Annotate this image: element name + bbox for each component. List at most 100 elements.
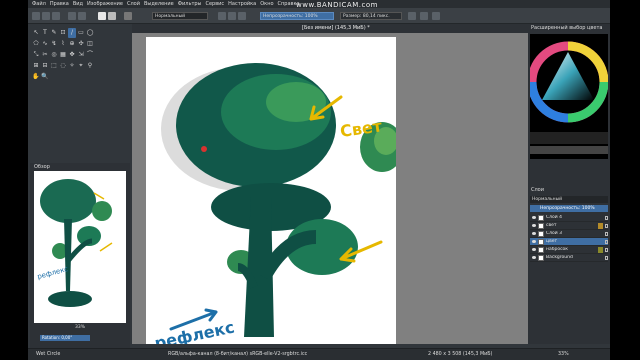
blend-mode-select[interactable]: Нормальный [152,12,208,20]
layer-row[interactable]: Слой 3 [530,230,608,238]
preserve-alpha-icon[interactable] [228,12,236,20]
lock-icon[interactable] [605,239,608,244]
tool-lasso-select[interactable]: ◌ [59,61,67,71]
menu-filters[interactable]: Фильтры [178,1,202,7]
tool-contiguous-select[interactable]: ✧ [68,61,76,71]
layer-opacity-slider[interactable]: Непрозрачность: 100% [530,205,608,212]
drawing-canvas[interactable]: Свет рефлекс [146,37,396,344]
layer-thumbnail [538,214,544,221]
layer-name: Слой 3 [546,231,562,236]
overview-rotation-slider[interactable]: Rotation: 0,00° [40,335,90,341]
menu-settings[interactable]: Настройка [228,1,256,7]
visibility-eye-icon[interactable] [532,216,536,219]
tool-dynamic-brush[interactable]: ↯ [50,39,58,49]
brush-preset-icon[interactable] [124,12,132,20]
tool-freehand-path[interactable]: ∿ [41,39,49,49]
layer-row[interactable]: Background [530,254,608,262]
tool-pattern[interactable]: ▦ [59,50,67,60]
color-wheel-icon [527,41,609,154]
visibility-eye-icon[interactable] [532,256,536,259]
lock-icon[interactable] [605,231,608,236]
tool-select[interactable]: ↖ [32,28,40,38]
menu-select[interactable]: Выделение [144,1,174,7]
menu-layer[interactable]: Слой [127,1,140,7]
advanced-color-selector[interactable] [527,34,609,159]
wrap-around-icon[interactable] [432,12,440,20]
tool-rect-select[interactable]: ⊞ [32,61,40,71]
tool-crop[interactable]: ◫ [86,39,94,49]
menu-file[interactable]: Файл [32,1,46,7]
tool-measure[interactable]: ⌒ [86,50,94,60]
tool-gradient[interactable]: ⤡ [32,50,40,60]
visibility-eye-icon[interactable] [532,248,536,251]
menu-edit[interactable]: Правка [50,1,69,7]
tool-text[interactable]: T [41,28,49,38]
save-document-icon[interactable] [52,12,60,20]
tool-ellipse-select[interactable]: ⊟ [41,61,49,71]
layer-blend-mode-select[interactable]: Нормальный [530,196,608,203]
document-tab[interactable]: [Без имени] (145,3 МиБ) * [132,24,528,33]
layer-thumbnail [538,254,544,261]
layer-thumbnail [538,246,544,253]
tool-poly-select[interactable]: ⬚ [50,61,58,71]
opacity-slider[interactable]: Непрозрачность: 100% [260,12,334,20]
status-color-info: RGB/альфа-канал (8-бит/канал) sRGB-elle-… [168,352,308,357]
layer-name: Слой 4 [546,215,562,220]
layer-list: Слой 4 свет Слой 3 цвет набросок Backgro… [530,214,608,262]
tool-pan[interactable]: ✋ [32,72,40,82]
tool-polygon[interactable]: ⬠ [32,39,40,49]
tool-transform[interactable]: ⊕ [68,39,76,49]
krita-window: Файл Правка Вид Изображение Слой Выделен… [28,0,610,360]
layer-row[interactable]: Слой 4 [530,214,608,222]
visibility-eye-icon[interactable] [532,240,536,243]
tool-freehand-brush[interactable]: / [68,28,76,38]
tool-assistant[interactable]: ⇲ [77,50,85,60]
mirror-horizontal-icon[interactable] [408,12,416,20]
pattern-icon[interactable] [108,12,116,20]
mirror-vertical-icon[interactable] [420,12,428,20]
undo-icon[interactable] [68,12,76,20]
layer-row-selected[interactable]: цвет [530,238,608,246]
tree-illustration: Свет рефлекс [153,63,396,344]
new-document-icon[interactable] [32,12,40,20]
menu-view[interactable]: Вид [73,1,83,7]
canvas-area: [Без имени] (145,3 МиБ) * Свет рефлекс [132,24,528,344]
reload-preset-icon[interactable] [238,12,246,20]
redo-icon[interactable] [78,12,86,20]
layer-row[interactable]: свет [530,222,608,230]
layer-thumbnail [538,238,544,245]
menu-window[interactable]: Окно [260,1,273,7]
overview-thumbnail[interactable]: рефлекс [34,171,126,323]
visibility-eye-icon[interactable] [532,232,536,235]
menu-tools[interactable]: Сервис [205,1,224,7]
lock-icon[interactable] [605,255,608,260]
tool-multibrush[interactable]: ⌇ [59,39,67,49]
gradient-icon[interactable] [98,12,106,20]
layer-thumbnail [538,222,544,229]
tool-fill[interactable]: ✥ [68,50,76,60]
eraser-toggle-icon[interactable] [218,12,226,20]
status-bar: Wet Circle RGB/альфа-канал (8-бит/канал)… [28,348,610,360]
menu-image[interactable]: Изображение [87,1,123,7]
tool-edit-shapes[interactable]: ✎ [50,28,58,38]
tool-rectangle[interactable]: ▭ [77,28,85,38]
open-document-icon[interactable] [42,12,50,20]
layer-row[interactable]: набросок [530,246,608,254]
tool-ellipse[interactable]: ◯ [86,28,94,38]
tool-cut[interactable]: ✂ [41,50,49,60]
visibility-eye-icon[interactable] [532,224,536,227]
tool-zoom[interactable]: 🔍 [41,72,49,82]
tool-bezier-select[interactable]: ⚲ [86,61,94,71]
tool-similar-select[interactable]: ⌖ [77,61,85,71]
tool-color-picker[interactable]: ◎ [50,50,58,60]
size-slider[interactable]: Размер: 80,14 пикс. [340,12,402,20]
overview-title: Обзор [34,164,50,170]
overview-docker: Обзор рефлекс 33% Rotation: 0,00° [30,163,130,348]
status-brush-name: Wet Circle [36,352,61,357]
lock-icon[interactable] [605,247,608,252]
tool-calligraphy[interactable]: ⊡ [59,28,67,38]
tool-move[interactable]: ✣ [77,39,85,49]
lock-icon[interactable] [605,215,608,220]
layer-color-label [598,246,603,253]
lock-icon[interactable] [605,223,608,228]
